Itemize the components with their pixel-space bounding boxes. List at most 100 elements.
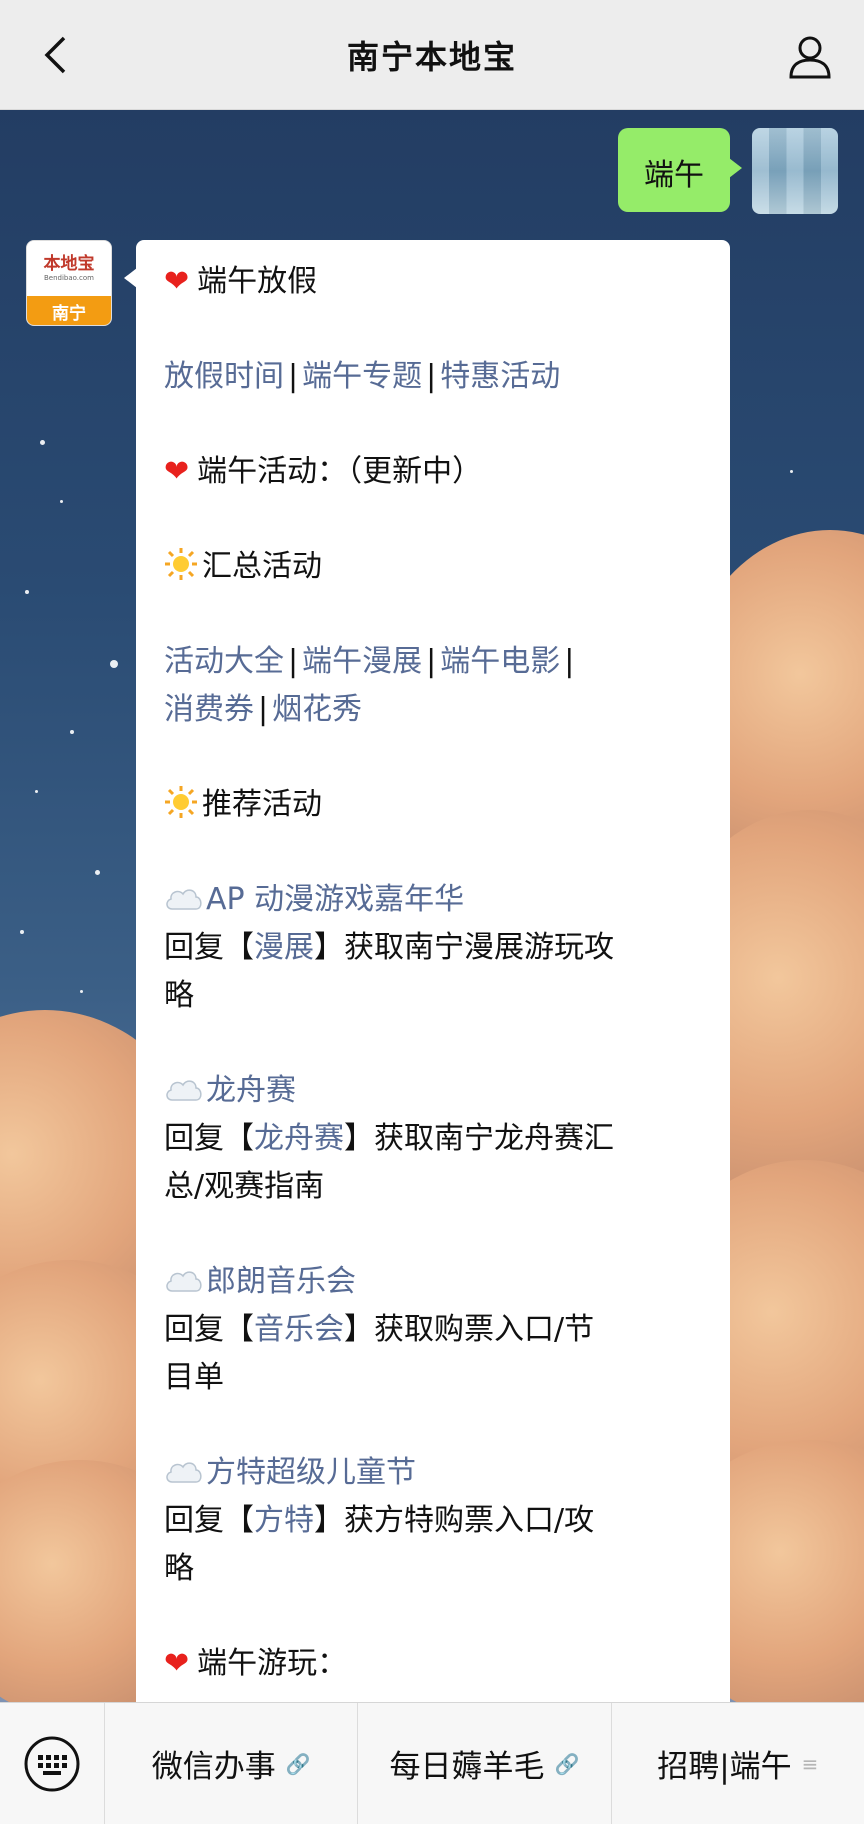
- star: [790, 470, 793, 473]
- reply-keyword[interactable]: 龙舟赛: [254, 1121, 344, 1156]
- user-avatar[interactable]: [752, 128, 838, 214]
- top-bar: 南宁本地宝: [0, 0, 864, 110]
- item-title-link[interactable]: 郎朗音乐会: [206, 1264, 356, 1299]
- item-title-link[interactable]: AP 动漫游戏嘉年华: [206, 882, 464, 917]
- reply-prefix: 回复【: [164, 1312, 254, 1347]
- separator: |: [426, 644, 437, 679]
- heart-icon: ❤: [164, 1646, 190, 1681]
- separator: |: [288, 644, 299, 679]
- heart-icon: ❤: [164, 264, 190, 299]
- separator: |: [258, 692, 269, 727]
- sun-icon: [165, 786, 197, 818]
- recommend-item-reply: 回复【方特】获方特购票入口/攻: [164, 1497, 702, 1545]
- bottom-menu-bar: 微信办事 🔗 每日薅羊毛 🔗 招聘|端午 ≡: [0, 1702, 864, 1824]
- reply-keyword[interactable]: 方特: [254, 1503, 314, 1538]
- profile-button[interactable]: [784, 30, 836, 82]
- star: [80, 990, 83, 993]
- msg-line-summary: 汇总活动: [164, 543, 702, 591]
- reply-keyword[interactable]: 漫展: [254, 930, 314, 965]
- chevron-left-icon: [44, 36, 66, 74]
- keyboard-icon: [24, 1736, 80, 1791]
- star: [20, 930, 24, 934]
- keyboard-button[interactable]: [0, 1703, 104, 1824]
- cloud-icon: [166, 1080, 202, 1101]
- reply-prefix: 回复【: [164, 1503, 254, 1538]
- separator: |: [564, 644, 575, 679]
- star: [110, 660, 118, 668]
- recommend-item-title: 方特超级儿童节: [164, 1449, 702, 1497]
- star: [70, 730, 74, 734]
- back-button[interactable]: [30, 30, 80, 80]
- cloud-icon: [166, 1462, 202, 1483]
- recommend-item-reply: 回复【音乐会】获取购票入口/节: [164, 1306, 702, 1354]
- link-vouchers[interactable]: 消费券: [164, 692, 254, 727]
- outgoing-message[interactable]: 端午: [618, 128, 742, 212]
- link-fireworks[interactable]: 烟花秀: [272, 692, 362, 727]
- recommend-item-reply-cont: 略: [164, 978, 194, 1013]
- avatar-logo: 本地宝 Bendibao.com: [27, 241, 111, 296]
- menu-item-wechat-services[interactable]: 微信办事 🔗: [104, 1702, 357, 1824]
- reply-prefix: 回复【: [164, 1121, 254, 1156]
- link-icon: 🔗: [285, 1751, 311, 1776]
- person-icon: [789, 36, 831, 79]
- reply-suffix: 】获取南宁龙舟赛汇: [344, 1121, 614, 1156]
- link-all-activities[interactable]: 活动大全: [164, 644, 284, 679]
- link-movies[interactable]: 端午电影: [440, 644, 560, 679]
- link-holiday-time[interactable]: 放假时间: [164, 359, 284, 394]
- cloud-icon: [166, 889, 202, 910]
- star: [25, 590, 29, 594]
- chat-background: 端午 本地宝 Bendibao.com 南宁 ❤ 端午放假 放假时间 | 端午专题 | 特…: [0, 110, 864, 1702]
- link-icon: 🔗: [554, 1751, 580, 1776]
- recommend-item-reply-cont: 目单: [164, 1360, 224, 1395]
- link-special-offers[interactable]: 特惠活动: [440, 359, 560, 394]
- msg-links-row-3: 消费券 | 烟花秀: [164, 686, 702, 734]
- recommend-item-reply-cont: 总/观赛指南: [164, 1169, 325, 1204]
- item-title-link[interactable]: 方特超级儿童节: [206, 1455, 416, 1490]
- avatar-domain: Bendibao.com: [43, 273, 94, 282]
- msg-links-row-1: 放假时间 | 端午专题 | 特惠活动: [164, 353, 702, 401]
- bot-avatar[interactable]: 本地宝 Bendibao.com 南宁: [26, 240, 112, 326]
- msg-heading: 端午游玩：: [197, 1646, 348, 1681]
- sun-icon: [165, 548, 197, 580]
- recommend-item-reply: 回复【龙舟赛】获取南宁龙舟赛汇: [164, 1115, 702, 1163]
- menu-lines-icon: ≡: [801, 1751, 819, 1776]
- separator: |: [426, 359, 437, 394]
- menu-item-jobs-dragonboat[interactable]: 招聘|端午 ≡: [610, 1702, 864, 1824]
- recommend-item-title: AP 动漫游戏嘉年华: [164, 876, 702, 924]
- avatar-brand: 本地宝: [43, 253, 95, 274]
- msg-links-row-2: 活动大全 | 端午漫展 | 端午电影 |: [164, 638, 702, 686]
- reply-suffix: 】获取南宁漫展游玩攻: [314, 930, 614, 965]
- menu-item-daily-deals[interactable]: 每日薅羊毛 🔗: [357, 1702, 610, 1824]
- item-title-link[interactable]: 龙舟赛: [206, 1073, 296, 1108]
- star: [60, 500, 63, 503]
- star: [35, 790, 38, 793]
- msg-line-travel: ❤ 端午游玩：: [164, 1640, 702, 1688]
- menu-item-label: 每日薅羊毛: [389, 1749, 545, 1785]
- msg-line-holiday: ❤ 端午放假: [164, 258, 702, 306]
- link-comic-expo[interactable]: 端午漫展: [302, 644, 422, 679]
- recommend-item-reply-cont: 略: [164, 1551, 194, 1586]
- cloud-icon: [166, 1271, 202, 1292]
- msg-heading: 端午活动：（更新中）: [197, 454, 483, 489]
- reply-keyword[interactable]: 音乐会: [254, 1312, 344, 1347]
- link-dragonboat-topic[interactable]: 端午专题: [302, 359, 422, 394]
- msg-heading: 汇总活动: [202, 549, 322, 584]
- msg-heading: 推荐活动: [202, 787, 322, 822]
- outgoing-message-row: 端午: [618, 128, 838, 214]
- reply-suffix: 】获方特购票入口/攻: [314, 1503, 595, 1538]
- recommend-item-title: 郎朗音乐会: [164, 1258, 702, 1306]
- avatar-city: 南宁: [27, 296, 111, 325]
- incoming-message: ❤ 端午放假 放假时间 | 端午专题 | 特惠活动 ❤ 端午活动：（更新中） 汇总活动: [124, 240, 730, 1702]
- menu-item-label: 微信办事: [151, 1749, 276, 1785]
- separator: |: [288, 359, 299, 394]
